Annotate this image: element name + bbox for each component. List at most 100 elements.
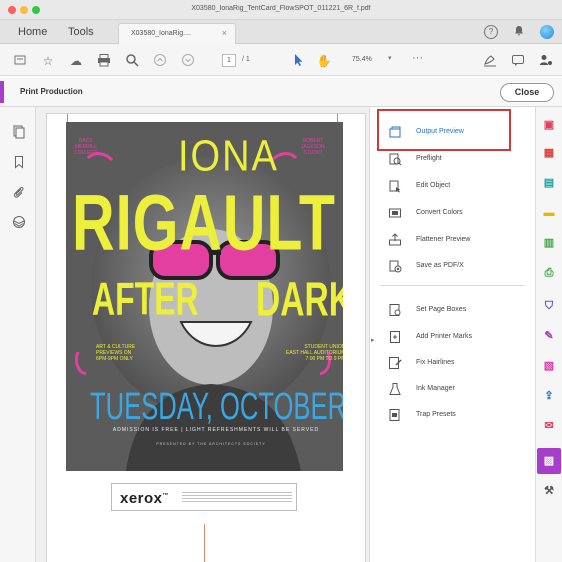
tool-save-pdfx[interactable]: Save as PDF/X xyxy=(388,259,528,277)
hand-tool-icon[interactable]: ✋ xyxy=(316,53,332,69)
toolbar: ☆ ☁ 1 / 1 ✋ 75.4% ▾ ··· xyxy=(0,44,562,76)
close-window-button[interactable] xyxy=(8,6,16,14)
help-icon[interactable]: ? xyxy=(484,25,498,39)
tool-label: Ink Manager xyxy=(416,385,455,392)
poster-last-name: RIGAULT xyxy=(72,179,336,268)
zoom-search-icon[interactable] xyxy=(124,53,140,69)
layers-icon[interactable] xyxy=(12,215,26,229)
more-tools-icon[interactable]: ··· xyxy=(412,52,423,64)
page-up-icon[interactable] xyxy=(152,53,168,69)
bookmark-icon[interactable] xyxy=(12,155,26,169)
poster-mid-left-text: ART & CULTURE PREVIEWS ON 6PM-9PM ONLY xyxy=(96,344,136,362)
xerox-logo: xerox™ xyxy=(120,490,170,507)
edit-pdf-icon[interactable]: ▤ xyxy=(541,175,557,191)
output-preview-highlight xyxy=(377,109,511,151)
save-pdfx-icon xyxy=(388,259,402,273)
tool-preflight[interactable]: Preflight xyxy=(388,152,528,170)
zoom-window-button[interactable] xyxy=(32,6,40,14)
page-number-input[interactable]: 1 xyxy=(222,54,236,67)
create-icon[interactable] xyxy=(12,53,28,69)
tool-label: Flattener Preview xyxy=(416,236,471,243)
close-tab-icon[interactable]: × xyxy=(222,28,227,38)
tool-ink-manager[interactable]: Ink Manager xyxy=(388,382,528,400)
close-tool-button[interactable]: Close xyxy=(500,83,554,102)
poster-first-name: IONA xyxy=(178,132,279,182)
tool-label: Preflight xyxy=(416,155,442,162)
panel-divider xyxy=(380,285,525,286)
tool-add-printer-marks[interactable]: Add Printer Marks xyxy=(388,330,528,348)
tab-home[interactable]: Home xyxy=(18,26,47,38)
sign-icon[interactable] xyxy=(482,53,498,69)
cloud-upload-icon[interactable]: ☁ xyxy=(68,53,84,69)
poster-artwork: BASS MERRILL COLLEGE ROBERT JACKSON STUD… xyxy=(66,122,343,471)
tool-label: Save as PDF/X xyxy=(416,262,464,269)
ink-manager-icon xyxy=(388,382,402,396)
trap-presets-icon xyxy=(388,408,402,422)
send-for-review-icon[interactable]: ✉ xyxy=(541,418,557,434)
select-cursor-icon[interactable] xyxy=(290,53,306,69)
title-bar: X03580_IonaRig_TentCard_FlowSPOT_011221_… xyxy=(0,0,562,20)
sponsor-fine-print xyxy=(182,492,292,504)
poster-mid-right-text: STUDENT UNION EAST HALL AUDITORIUM 7:00 … xyxy=(286,344,343,362)
poster-top-left-text: BASS MERRILL COLLEGE xyxy=(74,138,98,156)
tab-tools[interactable]: Tools xyxy=(68,26,94,38)
tool-label: Add Printer Marks xyxy=(416,333,473,340)
page-title: Print Production xyxy=(20,87,83,96)
star-icon[interactable]: ☆ xyxy=(40,53,56,69)
fix-hairlines-icon xyxy=(388,356,402,370)
tool-fix-hairlines[interactable]: Fix Hairlines xyxy=(388,356,528,374)
collapse-right-icon[interactable]: ▸ xyxy=(371,336,375,344)
chevron-down-icon[interactable]: ▾ xyxy=(388,54,392,62)
tool-label: Edit Object xyxy=(416,182,451,189)
tool-edit-object[interactable]: Edit Object xyxy=(388,179,528,197)
poster-presented-by: PRESENTED BY THE ARCHITECTS SOCIETY xyxy=(156,442,266,446)
poster-dark: DARK xyxy=(256,272,343,327)
tool-label: Trap Presets xyxy=(416,411,456,418)
document-tab[interactable]: X03580_IonaRig.... × xyxy=(118,23,236,44)
fill-sign-icon[interactable]: ✎ xyxy=(541,328,557,344)
page-down-icon[interactable] xyxy=(180,53,196,69)
print-production-header: Print Production Close xyxy=(0,77,562,107)
protect-icon[interactable]: ⛉ xyxy=(541,298,557,314)
printer-marks-icon xyxy=(388,330,402,344)
combine-files-icon[interactable]: ▥ xyxy=(541,235,557,251)
poster-date: TUESDAY, OCTOBER 8 xyxy=(90,384,343,428)
organize-pages-icon[interactable]: ▦ xyxy=(541,145,557,161)
edit-object-icon xyxy=(388,179,402,193)
create-pdf-icon[interactable]: ▧ xyxy=(541,358,557,374)
poster-top-right-text: ROBERT JACKSON STUDIO xyxy=(301,138,325,156)
page-total: / 1 xyxy=(242,56,250,63)
print-production-icon[interactable]: ⎙ xyxy=(541,265,557,281)
preflight-icon xyxy=(388,152,402,166)
tool-label: Set Page Boxes xyxy=(416,306,467,313)
left-navigation-rail xyxy=(0,107,36,562)
flattener-preview-icon xyxy=(388,233,402,247)
crop-line xyxy=(204,524,205,562)
active-tool-icon[interactable]: ▨ xyxy=(541,453,557,469)
share-user-icon[interactable] xyxy=(538,53,554,69)
document-tab-label: X03580_IonaRig.... xyxy=(131,30,191,37)
export-pdf-icon[interactable]: ▣ xyxy=(541,117,557,133)
notification-bell-icon[interactable] xyxy=(512,25,526,39)
comment-icon[interactable] xyxy=(510,53,526,69)
comment-tool-icon[interactable]: ▬ xyxy=(541,205,557,221)
tab-bar: Home Tools X03580_IonaRig.... × ? xyxy=(0,20,562,44)
share-icon[interactable]: ⇪ xyxy=(541,388,557,404)
attachment-icon[interactable] xyxy=(12,185,26,199)
tool-label: Fix Hairlines xyxy=(416,359,455,366)
window-title: X03580_IonaRig_TentCard_FlowSPOT_011221_… xyxy=(191,5,371,12)
tool-label: Convert Colors xyxy=(416,209,463,216)
page-thumbnails-icon[interactable] xyxy=(12,125,26,139)
avatar[interactable] xyxy=(540,25,554,39)
zoom-level[interactable]: 75.4% xyxy=(352,56,372,63)
tool-convert-colors[interactable]: Convert Colors xyxy=(388,206,528,224)
print-icon[interactable] xyxy=(96,53,112,69)
accent-bar xyxy=(0,81,4,103)
more-tools-wrench-icon[interactable]: ⚒ xyxy=(541,483,557,499)
poster-admission: ADMISSION IS FREE | LIGHT REFRESHMENTS W… xyxy=(112,427,320,433)
tool-flattener-preview[interactable]: Flattener Preview xyxy=(388,233,528,251)
tool-trap-presets[interactable]: Trap Presets xyxy=(388,408,528,426)
tool-set-page-boxes[interactable]: Set Page Boxes xyxy=(388,303,528,321)
minimize-window-button[interactable] xyxy=(20,6,28,14)
crop-mark xyxy=(337,114,338,122)
